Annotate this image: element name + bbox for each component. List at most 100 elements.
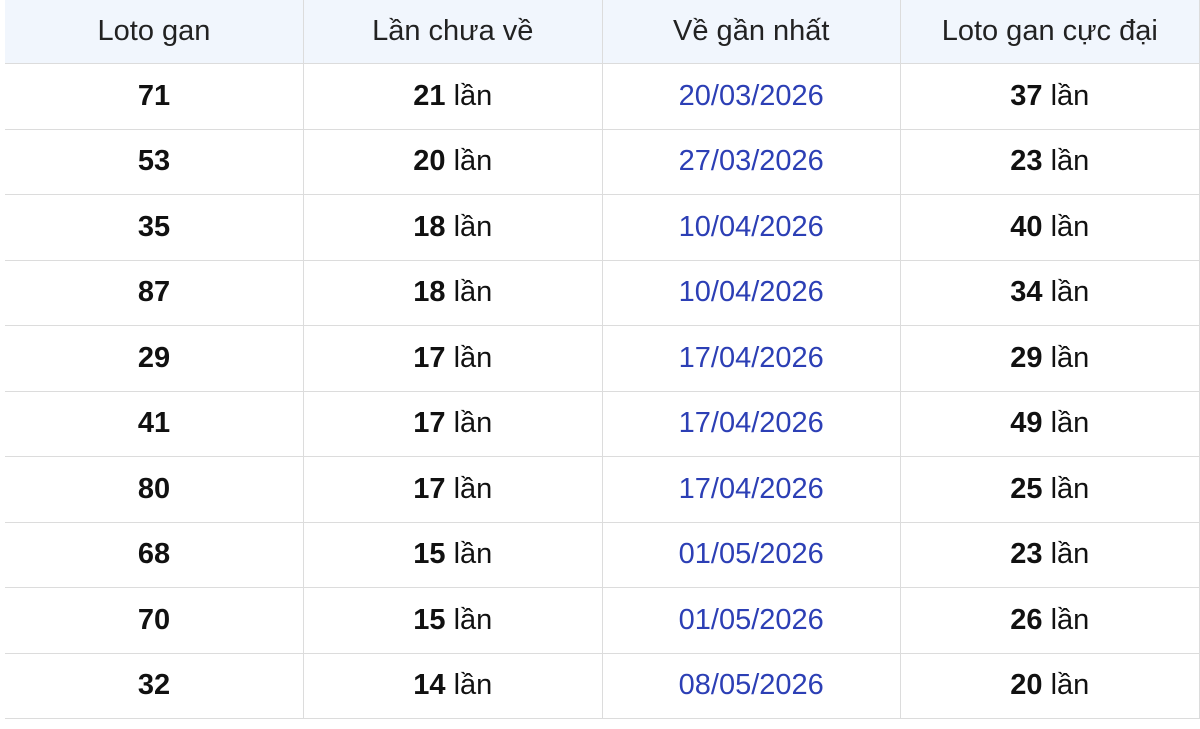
loto-number-cell: 71 (5, 63, 304, 130)
misses-unit: lần (453, 669, 493, 702)
table-row: 68 15 lần 01/05/2026 23 lần (5, 521, 1200, 588)
max-unit: lần (1050, 472, 1090, 505)
loto-gan-table: Loto gan Lần chưa về Về gần nhất Loto ga… (5, 0, 1200, 719)
header-ve-gan-nhat: Về gần nhất (601, 0, 901, 64)
misses-cell: 18 lần (303, 194, 603, 261)
max-unit: lần (1050, 341, 1090, 374)
loto-number-cell: 35 (5, 194, 304, 261)
table-row: 70 15 lần 01/05/2026 26 lần (5, 587, 1200, 654)
max-unit: lần (1050, 407, 1090, 440)
last-seen-date-link[interactable]: 17/04/2026 (679, 473, 824, 505)
misses-count: 15 (413, 538, 446, 571)
misses-count: 14 (413, 669, 446, 702)
header-row: Loto gan Lần chưa về Về gần nhất Loto ga… (5, 0, 1200, 64)
max-count: 37 (1010, 79, 1043, 112)
loto-number-cell: 29 (5, 325, 304, 392)
misses-unit: lần (453, 603, 493, 636)
misses-unit: lần (453, 472, 493, 505)
header-lan-chua-ve: Lần chưa về (303, 0, 603, 64)
last-seen-date-link[interactable]: 01/05/2026 (679, 604, 824, 636)
misses-count: 17 (413, 341, 446, 374)
loto-number-cell: 41 (5, 390, 304, 457)
last-seen-date-link[interactable]: 20/03/2026 (679, 80, 824, 112)
last-seen-cell: 17/04/2026 (601, 456, 901, 523)
last-seen-date-link[interactable]: 27/03/2026 (679, 145, 824, 177)
last-seen-date-link[interactable]: 08/05/2026 (679, 669, 824, 701)
table-row: 71 21 lần 20/03/2026 37 lần (5, 63, 1200, 130)
loto-number-cell: 32 (5, 652, 304, 719)
max-count: 40 (1010, 210, 1043, 243)
misses-count: 18 (413, 210, 446, 243)
table-row: 53 20 lần 27/03/2026 23 lần (5, 128, 1200, 195)
max-count: 25 (1010, 472, 1043, 505)
max-count: 20 (1010, 669, 1043, 702)
loto-number: 87 (137, 276, 171, 309)
loto-number: 29 (137, 341, 171, 374)
max-count: 49 (1010, 407, 1043, 440)
misses-count: 20 (413, 145, 446, 178)
last-seen-cell: 10/04/2026 (601, 259, 901, 326)
last-seen-cell: 27/03/2026 (601, 128, 901, 195)
misses-count: 17 (413, 407, 446, 440)
last-seen-cell: 01/05/2026 (601, 521, 901, 588)
max-cell: 29 lần (900, 325, 1200, 392)
last-seen-cell: 17/04/2026 (601, 325, 901, 392)
last-seen-date-link[interactable]: 17/04/2026 (679, 342, 824, 374)
table-row: 29 17 lần 17/04/2026 29 lần (5, 325, 1200, 392)
max-count: 29 (1010, 341, 1043, 374)
last-seen-cell: 20/03/2026 (601, 63, 901, 130)
misses-cell: 18 lần (303, 259, 603, 326)
last-seen-date-link[interactable]: 17/04/2026 (679, 407, 824, 439)
max-cell: 23 lần (900, 521, 1200, 588)
max-count: 23 (1010, 538, 1043, 571)
table-header: Loto gan Lần chưa về Về gần nhất Loto ga… (5, 0, 1200, 64)
table-body: 71 21 lần 20/03/2026 37 lần 53 20 lần 27… (5, 63, 1200, 719)
loto-number-cell: 68 (5, 521, 304, 588)
max-unit: lần (1050, 210, 1090, 243)
misses-unit: lần (453, 407, 493, 440)
misses-cell: 21 lần (303, 63, 603, 130)
table-row: 32 14 lần 08/05/2026 20 lần (5, 652, 1200, 719)
max-cell: 40 lần (900, 194, 1200, 261)
max-unit: lần (1050, 669, 1090, 702)
header-loto-gan-cuc-dai: Loto gan cực đại (900, 0, 1200, 64)
last-seen-date-link[interactable]: 10/04/2026 (679, 211, 824, 243)
table-row: 41 17 lần 17/04/2026 49 lần (5, 390, 1200, 457)
last-seen-cell: 08/05/2026 (601, 652, 901, 719)
max-unit: lần (1050, 276, 1090, 309)
loto-number-cell: 70 (5, 587, 304, 654)
last-seen-cell: 17/04/2026 (601, 390, 901, 457)
max-count: 23 (1010, 145, 1043, 178)
misses-cell: 14 lần (303, 652, 603, 719)
misses-cell: 15 lần (303, 587, 603, 654)
max-unit: lần (1050, 538, 1090, 571)
last-seen-date-link[interactable]: 01/05/2026 (679, 538, 824, 570)
last-seen-date-link[interactable]: 10/04/2026 (679, 276, 824, 308)
max-unit: lần (1050, 79, 1090, 112)
misses-count: 15 (413, 603, 446, 636)
loto-number-cell: 80 (5, 456, 304, 523)
last-seen-cell: 10/04/2026 (601, 194, 901, 261)
loto-number: 68 (137, 538, 171, 571)
loto-number: 41 (137, 407, 171, 440)
max-count: 26 (1010, 603, 1043, 636)
misses-unit: lần (453, 538, 493, 571)
loto-number: 53 (137, 145, 171, 178)
loto-gan-panel: Loto gan Lần chưa về Về gần nhất Loto ga… (0, 0, 1200, 729)
max-cell: 20 lần (900, 652, 1200, 719)
max-cell: 25 lần (900, 456, 1200, 523)
misses-unit: lần (453, 145, 493, 178)
max-cell: 23 lần (900, 128, 1200, 195)
misses-cell: 17 lần (303, 390, 603, 457)
table-row: 35 18 lần 10/04/2026 40 lần (5, 194, 1200, 261)
max-unit: lần (1050, 145, 1090, 178)
max-cell: 26 lần (900, 587, 1200, 654)
misses-count: 17 (413, 472, 446, 505)
misses-count: 21 (413, 79, 446, 112)
loto-number-cell: 87 (5, 259, 304, 326)
last-seen-cell: 01/05/2026 (601, 587, 901, 654)
max-cell: 49 lần (900, 390, 1200, 457)
misses-count: 18 (413, 276, 446, 309)
max-count: 34 (1010, 276, 1043, 309)
max-cell: 34 lần (900, 259, 1200, 326)
